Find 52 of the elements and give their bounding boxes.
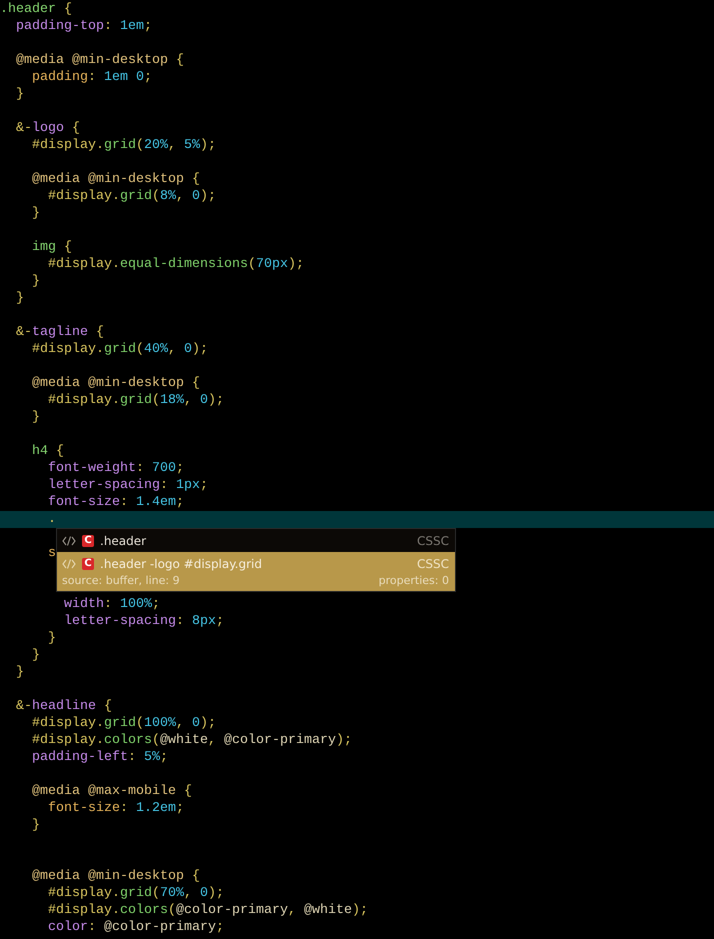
code-line: s	[46, 545, 57, 562]
code-line: #display.grid(100%, 0);	[30, 715, 217, 732]
autocomplete-item[interactable]: C .header -logo #display.grid CSSC source: buffer, line: 9 properties: 0	[57, 552, 455, 591]
code-line: letter-spacing: 8px;	[62, 613, 225, 630]
code-line: }	[14, 664, 25, 681]
code-icon	[62, 536, 76, 546]
code-line: #display.colors(@color-primary, @white);	[46, 902, 369, 919]
code-line: }	[30, 409, 41, 426]
code-line: .header {	[0, 1, 73, 18]
code-line: @media @min-desktop {	[30, 171, 201, 188]
code-line: #display.grid(20%, 5%);	[30, 137, 217, 154]
code-line: font-size: 1.4em;	[46, 494, 185, 511]
code-line: }	[14, 86, 25, 103]
code-line: padding-top: 1em;	[14, 18, 153, 35]
code-line: #display.colors(@white, @color-primary);	[30, 732, 353, 749]
code-line: #display.grid(40%, 0);	[30, 341, 209, 358]
code-line: }	[30, 273, 41, 290]
class-badge: C	[82, 534, 94, 546]
code-line: &-tagline {	[14, 324, 105, 341]
class-badge: C	[82, 558, 94, 570]
code-line: h4 {	[30, 443, 65, 460]
code-line: @media @min-desktop {	[14, 52, 185, 69]
code-line: &-headline {	[14, 698, 113, 715]
code-line: font-size: 1.2em;	[46, 800, 185, 817]
code-line: font-weight: 700;	[46, 460, 185, 477]
autocomplete-item[interactable]: C .header CSSC	[57, 529, 455, 552]
suggestion-type: CSSC	[417, 556, 449, 570]
code-line: @media @min-desktop {	[30, 868, 201, 885]
code-line: letter-spacing: 1px;	[46, 477, 209, 494]
code-line: img {	[30, 239, 73, 256]
suggestion-properties: properties: 0	[378, 574, 449, 586]
suggestion-label: .header	[100, 534, 148, 548]
code-line: }	[30, 647, 41, 664]
code-line: &-logo {	[14, 120, 81, 137]
suggestion-label: .header -logo #display.grid	[100, 556, 263, 570]
suggestion-source: source: buffer, line: 9	[62, 574, 180, 586]
code-line: @media @max-mobile {	[30, 783, 193, 800]
code-line: }	[30, 817, 41, 834]
suggestion-type: CSSC	[417, 534, 449, 548]
code-line: padding: 1em 0;	[30, 69, 153, 86]
code-line: width: 100%;	[62, 596, 161, 613]
code-line: #display.grid(70%, 0);	[46, 885, 225, 902]
code-line: @media @min-desktop {	[30, 375, 201, 392]
code-line: #display.equal-dimensions(70px);	[46, 256, 305, 273]
code-line: }	[14, 290, 25, 307]
code-line: color: @color-primary;	[46, 919, 225, 936]
code-icon	[62, 558, 76, 568]
code-line: }	[46, 630, 57, 647]
code-line: #display.grid(8%, 0);	[46, 188, 217, 205]
code-line: padding-left: 5%;	[30, 749, 169, 766]
code-line: #display.grid(18%, 0);	[46, 392, 225, 409]
code-line: }	[30, 205, 41, 222]
